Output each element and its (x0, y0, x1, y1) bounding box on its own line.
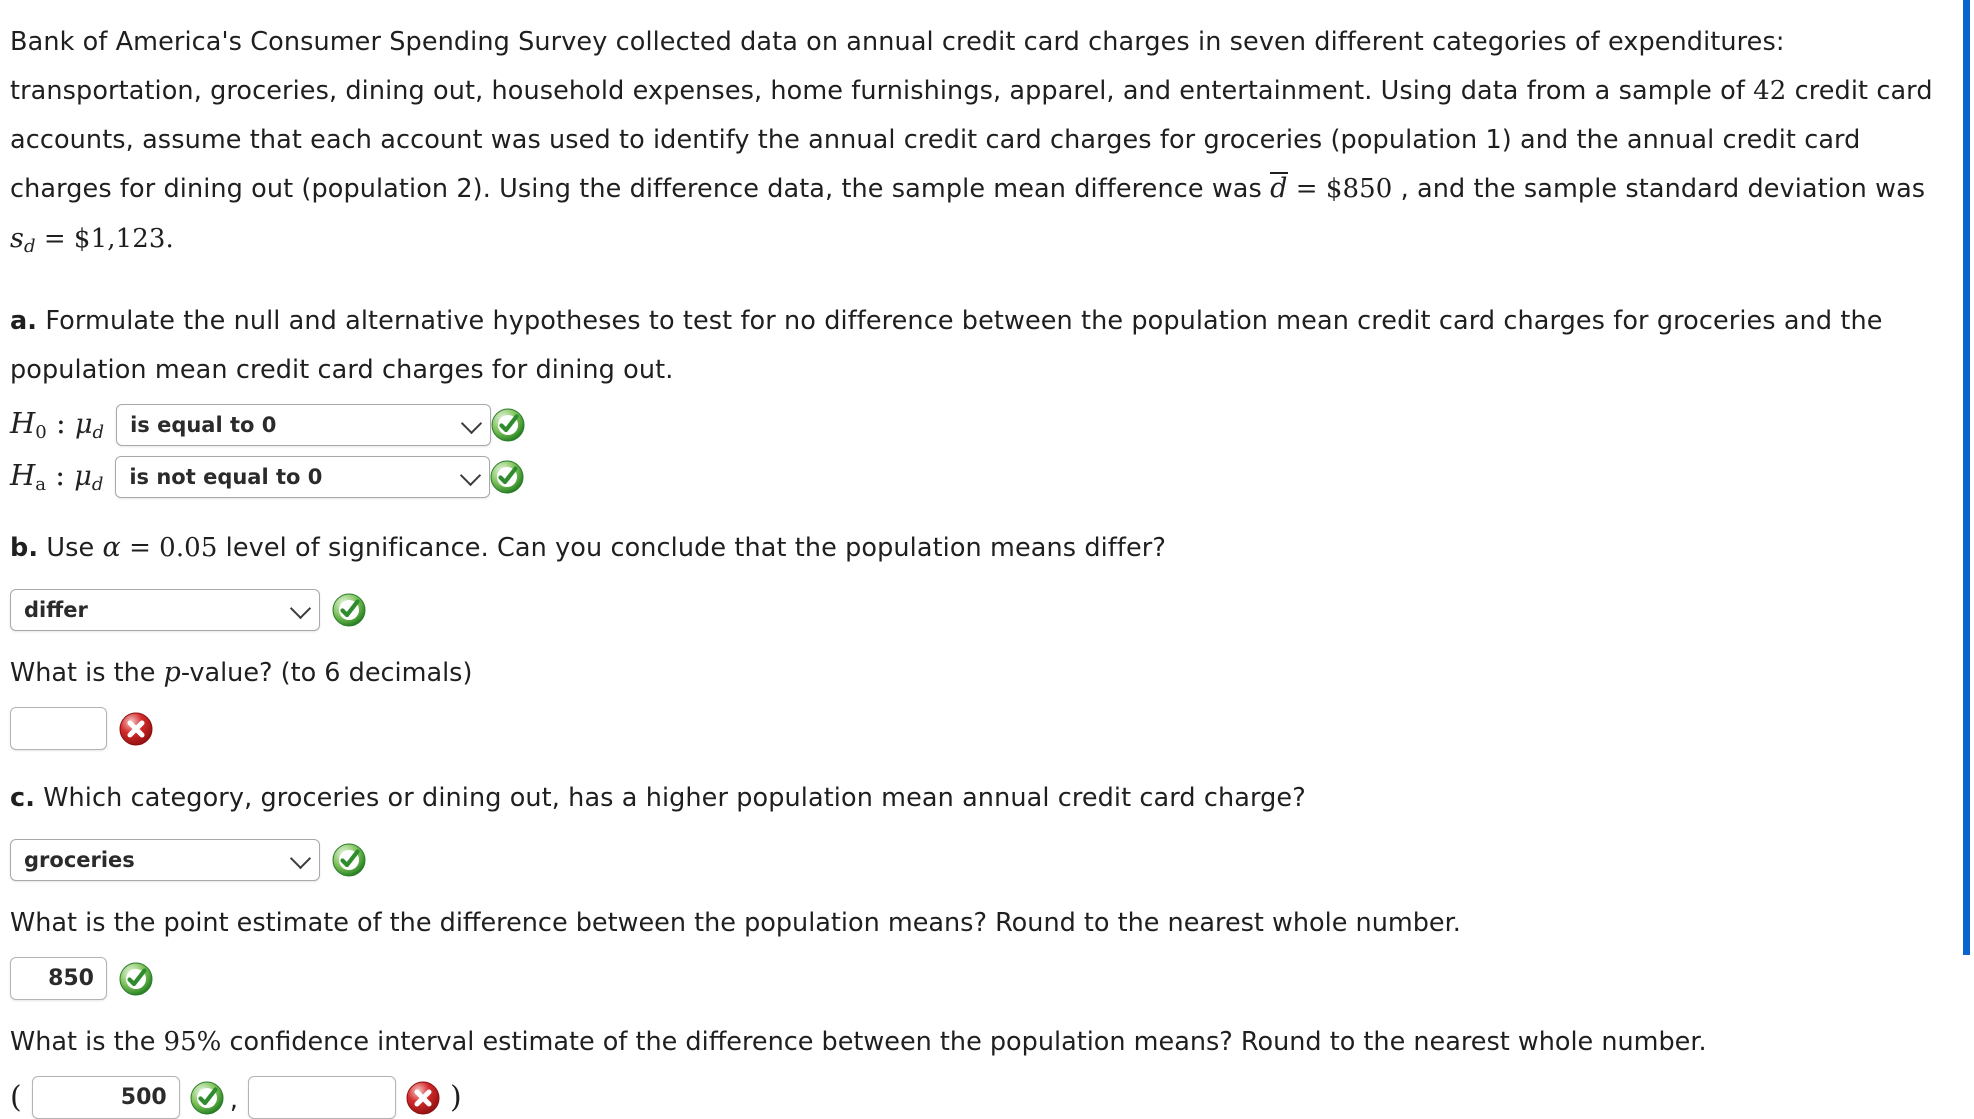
equals-sign-dbar: = (1295, 174, 1318, 204)
intro-text-part1: Bank of America's Consumer Spending Surv… (10, 27, 1785, 106)
h0-H-symbol: H (10, 405, 36, 440)
part-b-text-after: level of significance. Can you conclude … (217, 533, 1166, 563)
chevron-down-icon (289, 597, 312, 620)
ha-H-symbol: H (10, 457, 36, 492)
sd-symbol: s (10, 223, 24, 254)
status-badge-correct-category (332, 843, 366, 877)
equals-sign-sd: = (43, 224, 66, 254)
ci-level-value: 95% (163, 1027, 222, 1057)
category-row: groceries (10, 839, 1974, 881)
status-badge-correct-ci-lower (190, 1081, 224, 1115)
alpha-value: 0.05 (159, 533, 218, 563)
problem-page: Bank of America's Consumer Spending Surv… (0, 0, 1974, 1119)
part-c-text: Which category, groceries or dining out,… (35, 783, 1306, 813)
h0-mu-symbol: μ (74, 408, 93, 440)
ci-close-paren: ) (449, 1079, 462, 1115)
conclusion-select[interactable]: differ (10, 589, 320, 631)
d-bar-symbol: d (1270, 172, 1288, 204)
ci-upper-input[interactable] (247, 1076, 396, 1119)
alternative-hypothesis-label: Ha : μd (10, 457, 115, 495)
ha-subscript: a (35, 473, 47, 495)
status-badge-incorrect-ci-upper (406, 1081, 440, 1115)
h0-mu-subscript: d (92, 421, 105, 443)
ci-lower-input[interactable] (31, 1076, 180, 1119)
confidence-interval-answer-row: ( , ) (10, 1076, 1974, 1119)
sample-size-value: 42 (1753, 76, 1787, 106)
pvalue-question-prefix: What is the (10, 658, 164, 688)
confidence-interval-question: What is the 95% confidence interval esti… (10, 1022, 1974, 1062)
part-b-text-before: Use (38, 533, 103, 563)
category-select[interactable]: groceries (10, 839, 320, 881)
status-badge-correct-ha (490, 460, 524, 494)
null-hypothesis-select[interactable]: is equal to 0 (116, 404, 492, 446)
pvalue-answer-row (10, 707, 1974, 750)
category-selected-value: groceries (24, 848, 135, 872)
part-a-question: a. Formulate the null and alternative hy… (10, 297, 1950, 395)
conclusion-selected-value: differ (24, 598, 88, 622)
alpha-equals-sign: = (129, 533, 151, 563)
status-badge-correct-point-estimate (119, 962, 153, 996)
point-estimate-question: What is the point estimate of the differ… (10, 908, 1461, 938)
ci-question-prefix: What is the (10, 1027, 164, 1057)
ci-comma: , (229, 1085, 238, 1115)
ci-question-suffix: confidence interval estimate of the diff… (221, 1027, 1707, 1057)
part-c-label: c. (10, 783, 36, 813)
status-badge-correct-conclusion (332, 593, 366, 627)
null-hypothesis-label: H0 : μd (10, 405, 116, 443)
null-hypothesis-selected-value: is equal to 0 (130, 413, 277, 437)
ha-colon: : (55, 457, 66, 492)
part-b-question: b. Use α = 0.05 level of significance. C… (10, 523, 1950, 573)
ha-mu-subscript: d (91, 473, 104, 495)
part-a-text: Formulate the null and alternative hypot… (10, 306, 1883, 385)
ha-mu-symbol: μ (74, 460, 92, 492)
null-hypothesis-row: H0 : μd is equal to 0 (10, 403, 1974, 447)
part-a-label: a. (10, 306, 38, 336)
intro-text-part3: , and the sample standard deviation was (1392, 174, 1926, 204)
pvalue-input[interactable] (10, 707, 107, 750)
intro-period: . (165, 224, 174, 254)
conclusion-row: differ (10, 589, 1974, 631)
alternative-hypothesis-selected-value: is not equal to 0 (129, 465, 323, 489)
status-badge-incorrect-pvalue (119, 712, 153, 746)
part-b-label: b. (10, 533, 39, 563)
chevron-down-icon (460, 464, 482, 487)
page-right-border (1963, 0, 1970, 955)
d-bar-value: $850 (1325, 174, 1393, 204)
alternative-hypothesis-row: Ha : μd is not equal to 0 (10, 455, 1974, 499)
pvalue-question: What is the p-value? (to 6 decimals) (10, 653, 1974, 693)
status-badge-correct-h0 (491, 408, 525, 442)
problem-statement: Bank of America's Consumer Spending Surv… (10, 18, 1950, 271)
sd-subscript: d (23, 236, 36, 257)
h0-subscript: 0 (35, 421, 47, 443)
h0-colon: : (55, 405, 66, 440)
point-estimate-answer-row (10, 957, 1974, 1000)
point-estimate-input[interactable] (10, 957, 107, 1000)
chevron-down-icon (460, 412, 483, 435)
ci-open-paren: ( (10, 1079, 22, 1115)
alpha-symbol: α (102, 532, 121, 563)
chevron-down-icon (289, 847, 312, 870)
part-c-question: c. Which category, groceries or dining o… (10, 774, 1950, 823)
alternative-hypothesis-select[interactable]: is not equal to 0 (115, 456, 491, 498)
p-symbol: p (163, 657, 181, 688)
pvalue-question-suffix: -value? (to 6 decimals) (180, 658, 473, 688)
sd-value: $1,123 (73, 224, 166, 254)
